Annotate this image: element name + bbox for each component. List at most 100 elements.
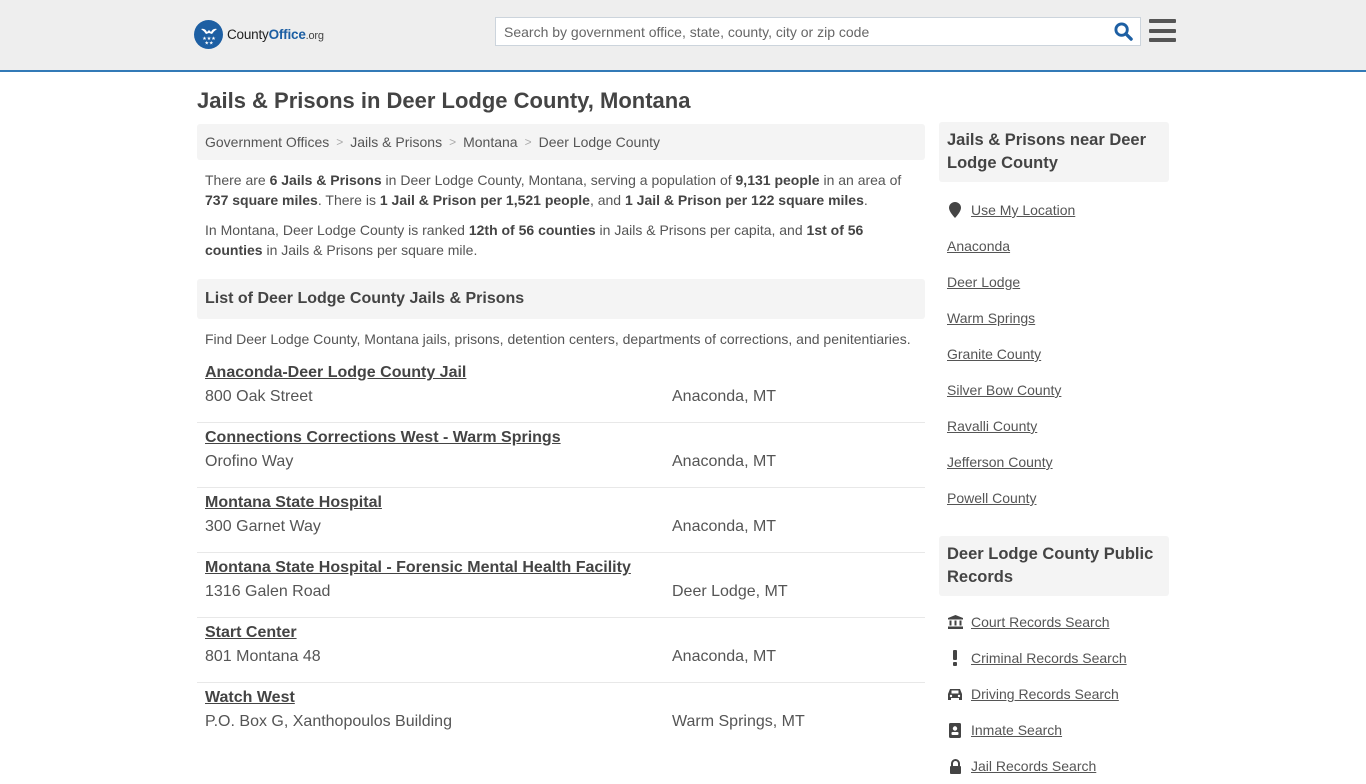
facility-link[interactable]: Start Center: [205, 624, 297, 642]
inmate-search-link[interactable]: Inmate Search: [971, 722, 1062, 738]
site-header: ★★★ ★★ CountyOffice.org: [0, 0, 1366, 72]
records-item: Court Records Search: [947, 604, 1169, 640]
breadcrumb-separator: >: [336, 135, 344, 149]
map-marker-icon: [947, 202, 963, 218]
records-item: Jail Records Search: [947, 748, 1169, 784]
facility-address: Orofino Way: [205, 453, 294, 470]
facility-address: 800 Oak Street: [205, 388, 313, 405]
facility-city: Anaconda, MT: [672, 388, 777, 405]
main-content: Government Offices > Jails & Prisons > M…: [197, 124, 925, 748]
text-segment: , and: [589, 192, 625, 208]
menu-bar-icon: [1149, 38, 1176, 42]
list-item: Start Center 801 Montana 48 Anaconda, MT: [197, 618, 925, 683]
id-badge-icon: [947, 722, 963, 738]
search-input[interactable]: [496, 18, 1106, 45]
menu-bar-icon: [1149, 19, 1176, 23]
nearby-link-ravalli-county[interactable]: Ravalli County: [947, 418, 1037, 434]
criminal-records-link[interactable]: Criminal Records Search: [971, 650, 1127, 666]
intro-summary: There are 6 Jails & Prisons in Deer Lodg…: [197, 170, 925, 260]
nearby-item: Silver Bow County: [947, 372, 1169, 408]
nearby-item: Anaconda: [947, 228, 1169, 264]
list-item: Montana State Hospital - Forensic Mental…: [197, 553, 925, 618]
courthouse-icon: [947, 614, 963, 630]
logo-wordmark: CountyOffice.org: [227, 27, 324, 42]
text-segment: There are: [205, 172, 270, 188]
facility-list: Anaconda-Deer Lodge County Jail 800 Oak …: [197, 358, 925, 748]
highlight-stat: 6 Jails & Prisons: [269, 172, 382, 188]
facility-city: Warm Springs, MT: [672, 713, 805, 730]
ranking-paragraph: In Montana, Deer Lodge County is ranked …: [197, 220, 925, 260]
sidebar: Jails & Prisons near Deer Lodge County U…: [939, 122, 1169, 784]
lock-icon: [947, 758, 963, 774]
nearby-item: Deer Lodge: [947, 264, 1169, 300]
highlight-stat: 9,131 people: [735, 172, 820, 188]
list-item: Connections Corrections West - Warm Spri…: [197, 423, 925, 488]
facility-link[interactable]: Montana State Hospital: [205, 494, 382, 512]
driving-records-link[interactable]: Driving Records Search: [971, 686, 1119, 702]
search-button[interactable]: [1106, 18, 1140, 45]
list-item: Anaconda-Deer Lodge County Jail 800 Oak …: [197, 358, 925, 423]
highlight-stat: 12th of 56 counties: [468, 222, 596, 238]
breadcrumb-jails-prisons[interactable]: Jails & Prisons: [350, 134, 442, 150]
breadcrumb-montana[interactable]: Montana: [463, 134, 517, 150]
facility-city: Anaconda, MT: [672, 648, 777, 665]
hamburger-menu-button[interactable]: [1149, 18, 1176, 43]
nearby-link-granite-county[interactable]: Granite County: [947, 346, 1041, 362]
summary-paragraph: There are 6 Jails & Prisons in Deer Lodg…: [197, 170, 925, 210]
list-item: Montana State Hospital 300 Garnet Way An…: [197, 488, 925, 553]
nearby-link-warm-springs[interactable]: Warm Springs: [947, 310, 1035, 326]
facility-city: Anaconda, MT: [672, 453, 777, 470]
search-icon: [1113, 22, 1133, 41]
facility-address: 300 Garnet Way: [205, 518, 321, 535]
facility-city: Anaconda, MT: [672, 518, 777, 535]
facility-link[interactable]: Connections Corrections West - Warm Spri…: [205, 429, 561, 447]
use-my-location-link[interactable]: Use My Location: [971, 202, 1075, 218]
highlight-stat: 1 Jail & Prison per 1,521 people: [379, 192, 590, 208]
nearby-link-deer-lodge[interactable]: Deer Lodge: [947, 274, 1020, 290]
breadcrumb-government-offices[interactable]: Government Offices: [205, 134, 329, 150]
use-location-item: Use My Location: [947, 192, 1169, 228]
facility-address: 801 Montana 48: [205, 648, 321, 665]
nearby-link-anaconda[interactable]: Anaconda: [947, 238, 1010, 254]
nearby-link-powell-county[interactable]: Powell County: [947, 490, 1037, 506]
court-records-link[interactable]: Court Records Search: [971, 614, 1110, 630]
nearby-heading: Jails & Prisons near Deer Lodge County: [939, 122, 1169, 182]
menu-bar-icon: [1149, 28, 1176, 33]
nearby-item: Warm Springs: [947, 300, 1169, 336]
eagle-stars-logo-icon: ★★★ ★★: [194, 20, 223, 49]
breadcrumb-separator: >: [524, 135, 532, 149]
facility-address: P.O. Box G, Xanthopoulos Building: [205, 713, 452, 730]
exclamation-icon: [947, 650, 963, 666]
jail-records-link[interactable]: Jail Records Search: [971, 758, 1096, 774]
nearby-list: Use My Location Anaconda Deer Lodge Warm…: [939, 192, 1169, 516]
breadcrumb: Government Offices > Jails & Prisons > M…: [197, 124, 925, 160]
list-item: Watch West P.O. Box G, Xanthopoulos Buil…: [197, 683, 925, 748]
text-segment: in Deer Lodge County, Montana, serving a…: [381, 172, 736, 188]
nearby-link-jefferson-county[interactable]: Jefferson County: [947, 454, 1053, 470]
text-segment: In Montana, Deer Lodge County is ranked: [205, 222, 469, 238]
records-item: Driving Records Search: [947, 676, 1169, 712]
facility-city: Deer Lodge, MT: [672, 583, 788, 600]
nearby-item: Granite County: [947, 336, 1169, 372]
records-item: Inmate Search: [947, 712, 1169, 748]
text-segment: .: [863, 192, 868, 208]
highlight-stat: 1 Jail & Prison per 122 square miles: [624, 192, 864, 208]
highlight-stat: 737 square miles: [205, 192, 318, 208]
records-item: Criminal Records Search: [947, 640, 1169, 676]
facility-link[interactable]: Watch West: [205, 689, 295, 707]
search-bar: [495, 17, 1141, 46]
facility-link[interactable]: Anaconda-Deer Lodge County Jail: [205, 364, 466, 382]
list-description: Find Deer Lodge County, Montana jails, p…: [205, 331, 911, 347]
nearby-item: Jefferson County: [947, 444, 1169, 480]
site-logo[interactable]: ★★★ ★★ CountyOffice.org: [194, 20, 324, 49]
car-icon: [947, 686, 963, 702]
breadcrumb-deer-lodge-county[interactable]: Deer Lodge County: [539, 134, 660, 150]
public-records-heading: Deer Lodge County Public Records: [939, 536, 1169, 596]
page-title: Jails & Prisons in Deer Lodge County, Mo…: [197, 88, 691, 113]
nearby-item: Ravalli County: [947, 408, 1169, 444]
facility-link[interactable]: Montana State Hospital - Forensic Mental…: [205, 559, 631, 577]
nearby-item: Powell County: [947, 480, 1169, 516]
nearby-link-silver-bow-county[interactable]: Silver Bow County: [947, 382, 1061, 398]
facility-address: 1316 Galen Road: [205, 583, 331, 600]
list-heading: List of Deer Lodge County Jails & Prison…: [197, 279, 925, 319]
